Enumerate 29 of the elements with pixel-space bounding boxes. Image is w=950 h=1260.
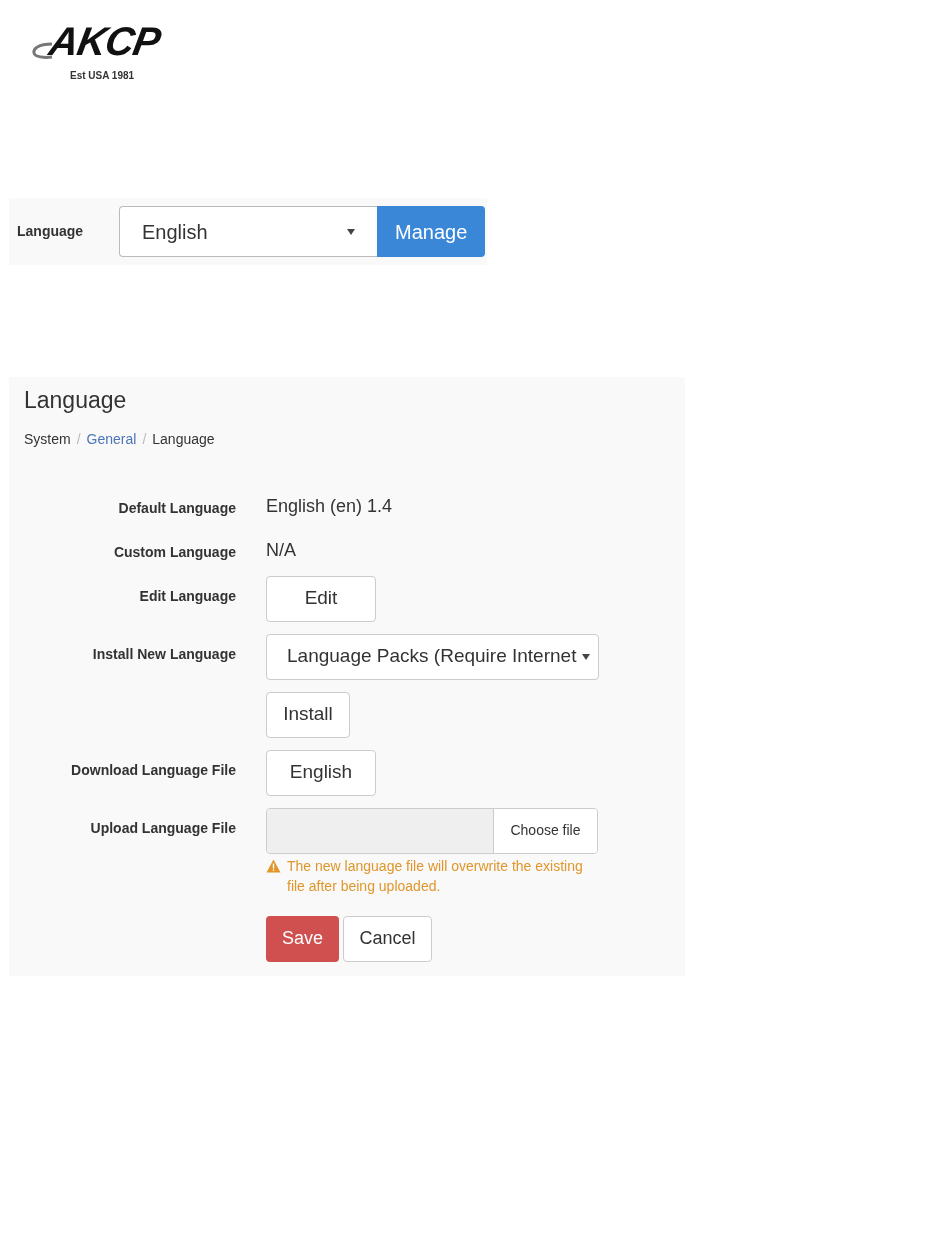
warning-icon (266, 858, 281, 873)
field-label: Upload Language File (89, 818, 236, 838)
action-button[interactable]: Edit (266, 575, 376, 622)
field-value: N/A (266, 538, 296, 562)
breadcrumb-separator: / (142, 429, 147, 449)
field-label: Edit Language (138, 586, 236, 606)
logo-tagline: Est USA 1981 (70, 70, 135, 81)
action-button[interactable]: English (266, 749, 376, 796)
field-label: Default Language (117, 498, 236, 518)
language-select[interactable]: Language Packs (Require Internet (266, 633, 599, 680)
manage-button[interactable]: Manage (377, 206, 486, 257)
cancel-button[interactable]: Cancel (343, 915, 432, 962)
breadcrumb-link[interactable]: General (86, 428, 137, 450)
field-label: Install New Language (91, 644, 236, 664)
breadcrumb-item: Language (152, 429, 215, 449)
breadcrumb-item: System (24, 429, 71, 449)
field-value: English (en) 1.4 (266, 494, 393, 518)
language-select[interactable]: English (119, 206, 377, 257)
field-label: Language (17, 222, 85, 241)
save-button[interactable]: Save (266, 915, 339, 962)
warning-text: The new language file will overwrite the existing file after being uploaded. (287, 856, 584, 896)
field-label: Download Language File (70, 760, 236, 780)
breadcrumb-separator: / (76, 429, 81, 449)
logo-text: AKCP (46, 22, 163, 60)
field-label: Custom Language (112, 542, 236, 562)
caret-icon (347, 228, 355, 235)
page-title: Language (24, 387, 128, 415)
action-button[interactable]: Install (266, 691, 350, 738)
caret-icon (582, 653, 590, 660)
